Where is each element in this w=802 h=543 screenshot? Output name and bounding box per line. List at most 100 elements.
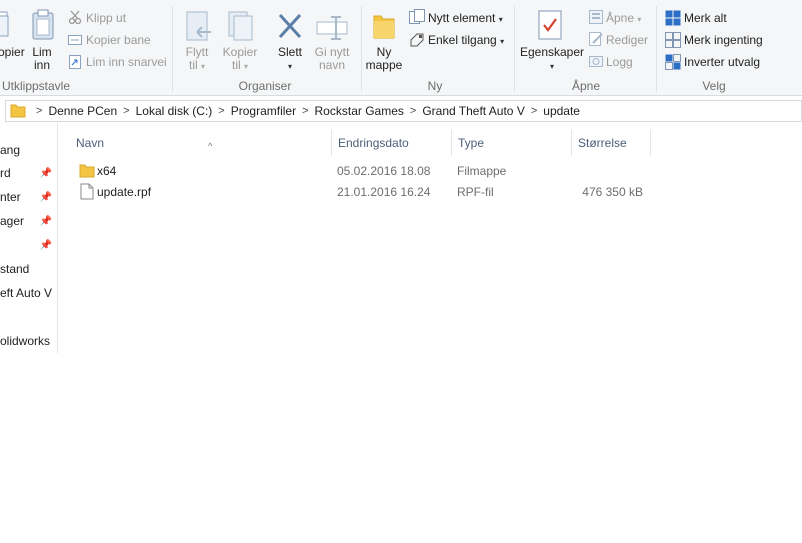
nav-item[interactable]: eft Auto V bbox=[0, 286, 58, 306]
nav-item-label: eft Auto V bbox=[0, 286, 53, 300]
delete-dropdown[interactable]: ▾ bbox=[272, 59, 308, 73]
new-folder-button-label-2[interactable]: mappe bbox=[364, 59, 404, 72]
copy-button-label[interactable]: opier bbox=[0, 46, 25, 59]
invert-selection-button[interactable]: Inverter utvalg bbox=[684, 55, 760, 69]
paste-shortcut-icon bbox=[68, 55, 82, 72]
chevron-right-icon[interactable]: > bbox=[410, 105, 416, 117]
properties-icon[interactable] bbox=[538, 10, 564, 45]
navigation-pane: ang rd 📌 nter 📌 ager 📌 📌 stand eft Auto V o… bbox=[0, 123, 58, 353]
nav-item[interactable]: olidworks bbox=[0, 334, 58, 354]
clipboard-group-label: Utklippstavle bbox=[1, 79, 71, 93]
rename-icon[interactable] bbox=[316, 14, 348, 43]
nav-item[interactable]: rd 📌 bbox=[0, 166, 58, 186]
select-all-icon bbox=[665, 10, 681, 29]
pin-icon: 📌 bbox=[39, 216, 52, 227]
chevron-right-icon[interactable]: > bbox=[36, 105, 42, 117]
table-row[interactable]: x64 05.02.2016 18.08 Filmappe bbox=[75, 161, 655, 181]
nav-item-label: stand bbox=[0, 262, 30, 276]
properties-dropdown[interactable]: ▾ bbox=[518, 59, 586, 73]
chevron-right-icon[interactable]: > bbox=[302, 105, 308, 117]
move-to-icon[interactable] bbox=[185, 10, 213, 47]
chevron-down-icon: ▾ bbox=[549, 62, 554, 71]
paste-shortcut-button[interactable]: Lim inn snarvei bbox=[86, 55, 167, 69]
delete-button-label[interactable]: Slett bbox=[272, 46, 308, 59]
chevron-down-icon: ▾ bbox=[287, 62, 292, 71]
nav-item[interactable]: nter 📌 bbox=[0, 190, 58, 210]
breadcrumb-update[interactable]: update bbox=[543, 104, 580, 118]
invert-selection-icon bbox=[665, 54, 681, 73]
new-group-label: Ny bbox=[427, 79, 443, 93]
copy-icon[interactable] bbox=[0, 10, 12, 43]
breadcrumb-rockstar-games[interactable]: Rockstar Games bbox=[315, 104, 404, 118]
column-header-type-label: Type bbox=[458, 136, 485, 150]
column-header-name-label: Navn bbox=[76, 136, 105, 150]
file-size: 476 350 kB bbox=[582, 185, 643, 199]
paste-button-label-2[interactable]: inn bbox=[26, 59, 58, 72]
scissors-icon bbox=[68, 10, 82, 27]
pin-icon: 📌 bbox=[39, 192, 52, 203]
nav-item-label: olidworks bbox=[0, 334, 51, 348]
nav-item-label: nter bbox=[0, 190, 21, 204]
chevron-right-icon[interactable]: > bbox=[123, 105, 129, 117]
copy-path-button[interactable]: Kopier bane bbox=[86, 33, 151, 47]
new-folder-icon[interactable] bbox=[372, 12, 396, 43]
new-item-icon bbox=[409, 9, 425, 28]
pin-icon: 📌 bbox=[39, 168, 52, 179]
nav-item-label: rd bbox=[0, 166, 11, 180]
column-header-date[interactable]: Endringsdato bbox=[332, 130, 452, 156]
table-row[interactable]: update.rpf 21.01.2016 16.24 RPF-fil 476 … bbox=[75, 182, 655, 202]
select-none-button[interactable]: Merk ingenting bbox=[684, 33, 763, 47]
address-bar[interactable]: > Denne PCen > Lokal disk (C:) > Program… bbox=[5, 100, 802, 122]
open-button[interactable]: Åpne ▾ bbox=[606, 11, 641, 25]
nav-item[interactable]: ager 📌 bbox=[0, 214, 58, 234]
chevron-down-icon: ▾ bbox=[201, 62, 206, 71]
pin-icon: 📌 bbox=[39, 240, 52, 251]
nav-item[interactable]: stand bbox=[0, 262, 58, 282]
move-to-label-text: til bbox=[188, 58, 198, 72]
chevron-right-icon[interactable]: > bbox=[531, 105, 537, 117]
open-icon bbox=[589, 10, 603, 27]
file-type: Filmappe bbox=[457, 164, 507, 178]
sort-ascending-icon: ^ bbox=[208, 141, 213, 151]
separator bbox=[656, 6, 657, 92]
chevron-down-icon: ▾ bbox=[500, 37, 505, 46]
file-name: x64 bbox=[97, 164, 117, 178]
delete-icon[interactable] bbox=[277, 12, 303, 43]
file-icon bbox=[80, 183, 94, 203]
nav-item[interactable]: 📌 bbox=[0, 238, 58, 258]
new-item-button[interactable]: Nytt element ▾ bbox=[428, 11, 503, 25]
rename-button-label-2[interactable]: navn bbox=[310, 59, 354, 72]
chevron-right-icon[interactable]: > bbox=[218, 105, 224, 117]
easy-access-label: Enkel tilgang bbox=[428, 33, 497, 47]
history-icon bbox=[589, 54, 603, 71]
nav-item[interactable]: ang bbox=[0, 143, 58, 163]
ribbon: opier Lim inn Klipp ut Kopier bane Lim i… bbox=[0, 0, 802, 96]
column-header-name[interactable]: Navn ^ bbox=[70, 130, 332, 156]
column-header-size[interactable]: Størrelse bbox=[572, 130, 651, 156]
select-none-icon bbox=[665, 32, 681, 51]
history-button[interactable]: Logg bbox=[606, 55, 633, 69]
select-group-label: Velg bbox=[702, 79, 726, 93]
properties-button-label[interactable]: Egenskaper bbox=[518, 46, 586, 59]
copy-to-label-text: til bbox=[231, 58, 241, 72]
select-all-button[interactable]: Merk alt bbox=[684, 11, 727, 25]
column-header-type[interactable]: Type bbox=[452, 130, 572, 156]
breadcrumb-gta-v[interactable]: Grand Theft Auto V bbox=[422, 104, 525, 118]
column-header-size-label: Størrelse bbox=[578, 136, 627, 150]
separator bbox=[361, 6, 362, 92]
easy-access-button[interactable]: Enkel tilgang ▾ bbox=[428, 33, 504, 47]
new-item-label: Nytt element bbox=[428, 11, 496, 25]
cut-button[interactable]: Klipp ut bbox=[86, 11, 126, 25]
copy-to-icon[interactable] bbox=[227, 10, 255, 47]
organize-group-label: Organiser bbox=[238, 79, 292, 93]
breadcrumb-program-files[interactable]: Programfiler bbox=[231, 104, 296, 118]
copy-to-button-label-2[interactable]: til ▾ bbox=[220, 59, 260, 73]
paste-icon[interactable] bbox=[30, 8, 56, 45]
file-type: RPF-fil bbox=[457, 185, 494, 199]
breadcrumb-this-pc[interactable]: Denne PCen bbox=[48, 104, 117, 118]
edit-button[interactable]: Rediger bbox=[606, 33, 648, 47]
separator bbox=[514, 6, 515, 92]
move-to-button-label-2[interactable]: til ▾ bbox=[180, 59, 214, 73]
separator bbox=[172, 6, 173, 92]
breadcrumb-local-disk[interactable]: Lokal disk (C:) bbox=[136, 104, 213, 118]
